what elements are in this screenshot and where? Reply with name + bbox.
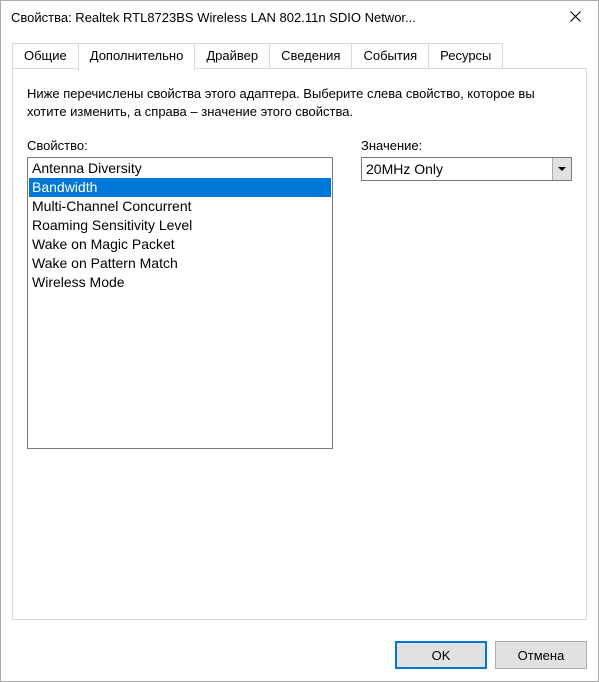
value-combobox[interactable]: 20MHz Only [361, 157, 572, 181]
window-title: Свойства: Realtek RTL8723BS Wireless LAN… [11, 10, 552, 25]
property-list-item[interactable]: Roaming Sensitivity Level [29, 216, 331, 235]
tab-driver[interactable]: Драйвер [194, 43, 270, 69]
tab-panel-advanced: Ниже перечислены свойства этого адаптера… [12, 68, 587, 620]
value-combobox-button[interactable] [552, 158, 571, 180]
dialog-button-row: OK Отмена [395, 641, 587, 669]
titlebar: Свойства: Realtek RTL8723BS Wireless LAN… [1, 1, 598, 33]
property-column: Свойство: Antenna DiversityBandwidthMult… [27, 138, 333, 449]
two-column-layout: Свойство: Antenna DiversityBandwidthMult… [27, 138, 572, 449]
tab-resources[interactable]: Ресурсы [428, 43, 503, 69]
cancel-button[interactable]: Отмена [495, 641, 587, 669]
property-list-item[interactable]: Bandwidth [29, 178, 331, 197]
tab-events[interactable]: События [351, 43, 429, 69]
close-button[interactable] [552, 1, 598, 33]
tab-details[interactable]: Сведения [269, 43, 352, 69]
chevron-down-icon [558, 167, 566, 171]
value-label: Значение: [361, 138, 572, 153]
property-list-item[interactable]: Wake on Magic Packet [29, 235, 331, 254]
tab-general[interactable]: Общие [12, 43, 79, 69]
tab-advanced[interactable]: Дополнительно [78, 43, 196, 70]
dialog-body: Общие Дополнительно Драйвер Сведения Соб… [1, 33, 598, 631]
property-listbox[interactable]: Antenna DiversityBandwidthMulti-Channel … [27, 157, 333, 449]
property-list-item[interactable]: Antenna Diversity [29, 159, 331, 178]
panel-description: Ниже перечислены свойства этого адаптера… [27, 85, 572, 120]
ok-button[interactable]: OK [395, 641, 487, 669]
value-column: Значение: 20MHz Only [361, 138, 572, 449]
property-list-item[interactable]: Wireless Mode [29, 273, 331, 292]
value-combobox-text: 20MHz Only [362, 158, 552, 180]
property-label: Свойство: [27, 138, 333, 153]
tabstrip: Общие Дополнительно Драйвер Сведения Соб… [12, 43, 587, 69]
close-icon [570, 9, 581, 26]
property-list-item[interactable]: Wake on Pattern Match [29, 254, 331, 273]
property-list-item[interactable]: Multi-Channel Concurrent [29, 197, 331, 216]
